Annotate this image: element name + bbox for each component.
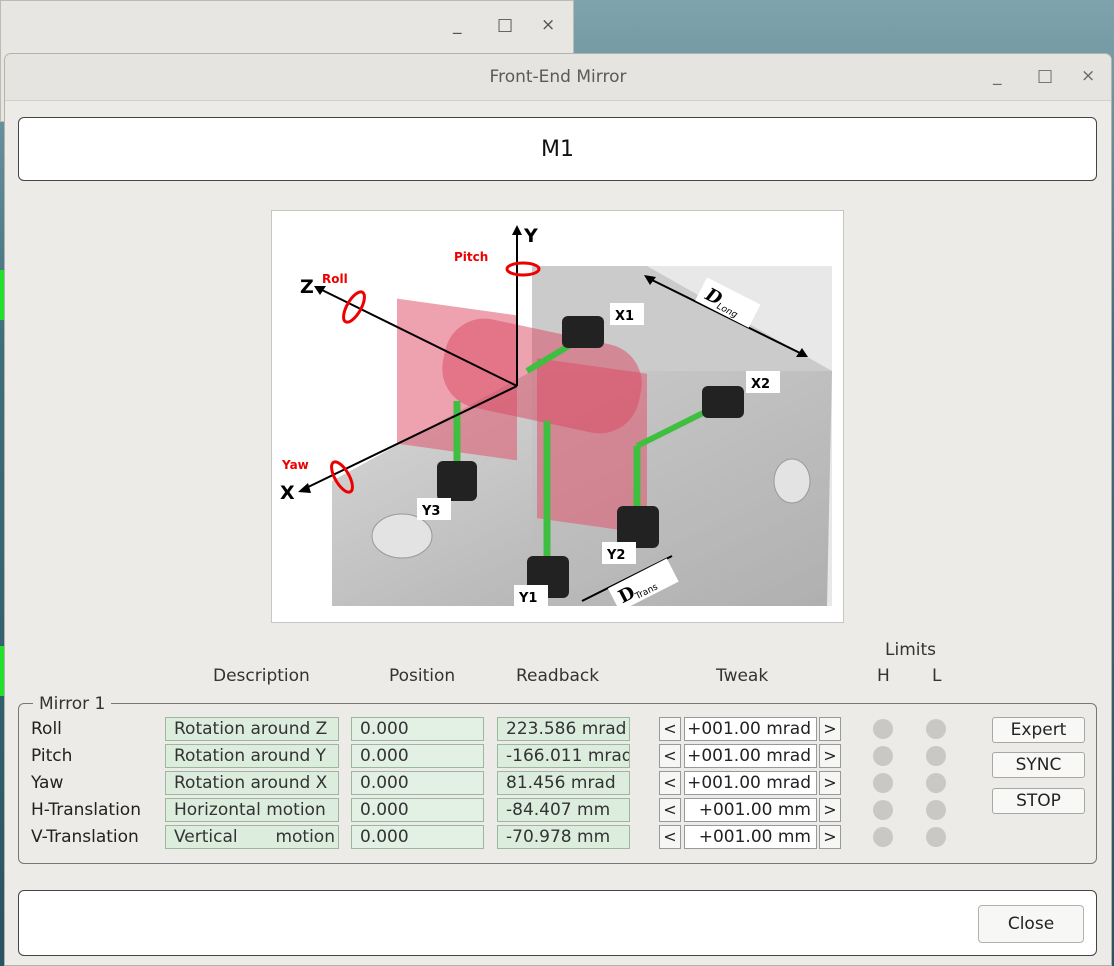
row-label-v-translation: V-Translation [31,827,139,847]
x-axis-label: X [280,482,295,504]
description-h-translation: Horizontal motion [165,798,339,822]
minimize-button[interactable]: _ [993,66,1002,86]
tweak-increase-pitch[interactable]: > [819,744,841,768]
roll-rotation-icon [342,290,366,324]
row-label-yaw: Yaw [31,773,64,793]
actuator-x1 [562,316,604,348]
back-minimize-button[interactable]: _ [453,15,462,35]
column-header-limit-h: H [877,666,890,686]
position-input-pitch[interactable]: 0.000 [351,744,484,768]
limit-l-indicator-pitch [926,746,946,766]
readback-h-translation: -84.407 mm [497,798,630,822]
x2-label: X2 [751,377,770,392]
description-yaw: Rotation around X [165,771,339,795]
back-close-button[interactable]: × [541,15,555,35]
limit-l-indicator-v-translation [926,827,946,847]
limit-h-indicator-roll [873,719,893,739]
limit-h-indicator-yaw [873,773,893,793]
sync-button[interactable]: SYNC [992,752,1085,778]
description-pitch: Rotation around Y [165,744,339,768]
back-maximize-button[interactable]: □ [497,15,513,35]
tweak-input-pitch[interactable]: +001.00 mrad [684,744,817,768]
y3-label: Y3 [421,504,440,519]
pitch-label: Pitch [454,250,488,264]
mirror-diagram: Y Z X Pitch Roll Yaw X1 X2 Y3 Y1 Y2 D Lo… [271,210,844,623]
mirror-name: M1 [541,136,574,162]
front-end-mirror-window: Front-End Mirror _ □ × M1 Y Z X Pitch Ro… [4,53,1112,966]
mirror-1-group-legend: Mirror 1 [33,694,112,714]
position-input-roll[interactable]: 0.000 [351,717,484,741]
limit-h-indicator-h-translation [873,800,893,820]
block-hole [773,458,811,504]
column-header-readback: Readback [516,666,600,686]
column-header-position: Position [389,666,456,686]
tweak-decrease-yaw[interactable]: < [659,771,681,795]
description-roll: Rotation around Z [165,717,339,741]
tweak-increase-v-translation[interactable]: > [819,825,841,849]
tweak-increase-roll[interactable]: > [819,717,841,741]
y-axis-arrow [512,225,522,235]
tweak-input-yaw[interactable]: +001.00 mrad [684,771,817,795]
readback-yaw: 81.456 mrad [497,771,630,795]
tweak-decrease-pitch[interactable]: < [659,744,681,768]
limit-h-indicator-v-translation [873,827,893,847]
limit-l-indicator-yaw [926,773,946,793]
y2-label: Y2 [606,548,625,563]
z-axis-label: Z [300,276,314,298]
mirror-name-banner: M1 [18,117,1097,181]
mirror-diagram-drawing: Y Z X Pitch Roll Yaw X1 X2 Y3 Y1 Y2 D Lo… [280,225,832,612]
limit-l-indicator-roll [926,719,946,739]
tweak-input-h-translation[interactable]: +001.00 mm [684,798,817,822]
readback-pitch: -166.011 mrad [497,744,630,768]
yaw-label: Yaw [281,458,309,472]
column-header-tweak: Tweak [716,666,769,686]
tweak-increase-h-translation[interactable]: > [819,798,841,822]
description-v-translation: Vertical motion [165,825,339,849]
position-input-yaw[interactable]: 0.000 [351,771,484,795]
actuator-x2 [702,386,744,418]
column-header-limits: Limits [885,640,936,660]
tweak-increase-yaw[interactable]: > [819,771,841,795]
expert-button[interactable]: Expert [992,717,1085,743]
row-label-h-translation: H-Translation [31,800,141,820]
actuator-y2 [617,506,659,548]
readback-v-translation: -70.978 mm [497,825,630,849]
window-title: Front-End Mirror [489,67,627,87]
position-input-h-translation[interactable]: 0.000 [351,798,484,822]
x-axis-arrow [298,483,311,493]
title-bar[interactable]: Front-End Mirror _ □ × [5,54,1111,101]
column-header-description: Description [213,666,310,686]
limit-l-indicator-h-translation [926,800,946,820]
close-window-button[interactable]: × [1081,66,1095,86]
close-button[interactable]: Close [978,905,1084,943]
x1-label: X1 [615,309,634,324]
position-input-v-translation[interactable]: 0.000 [351,825,484,849]
stop-button[interactable]: STOP [992,788,1085,814]
maximize-button[interactable]: □ [1037,66,1053,86]
readback-roll: 223.586 mrad [497,717,630,741]
tweak-decrease-v-translation[interactable]: < [659,825,681,849]
tweak-input-roll[interactable]: +001.00 mrad [684,717,817,741]
actuator-y3 [437,461,477,501]
column-header-limit-l: L [932,666,942,686]
y-axis-label: Y [523,225,538,247]
tweak-decrease-h-translation[interactable]: < [659,798,681,822]
row-label-pitch: Pitch [31,746,73,766]
footer-panel [18,890,1097,956]
roll-label: Roll [322,272,348,286]
block-hole [371,513,433,559]
tweak-input-v-translation[interactable]: +001.00 mm [684,825,817,849]
row-label-roll: Roll [31,719,62,739]
tweak-decrease-roll[interactable]: < [659,717,681,741]
y1-label: Y1 [518,591,537,606]
limit-h-indicator-pitch [873,746,893,766]
